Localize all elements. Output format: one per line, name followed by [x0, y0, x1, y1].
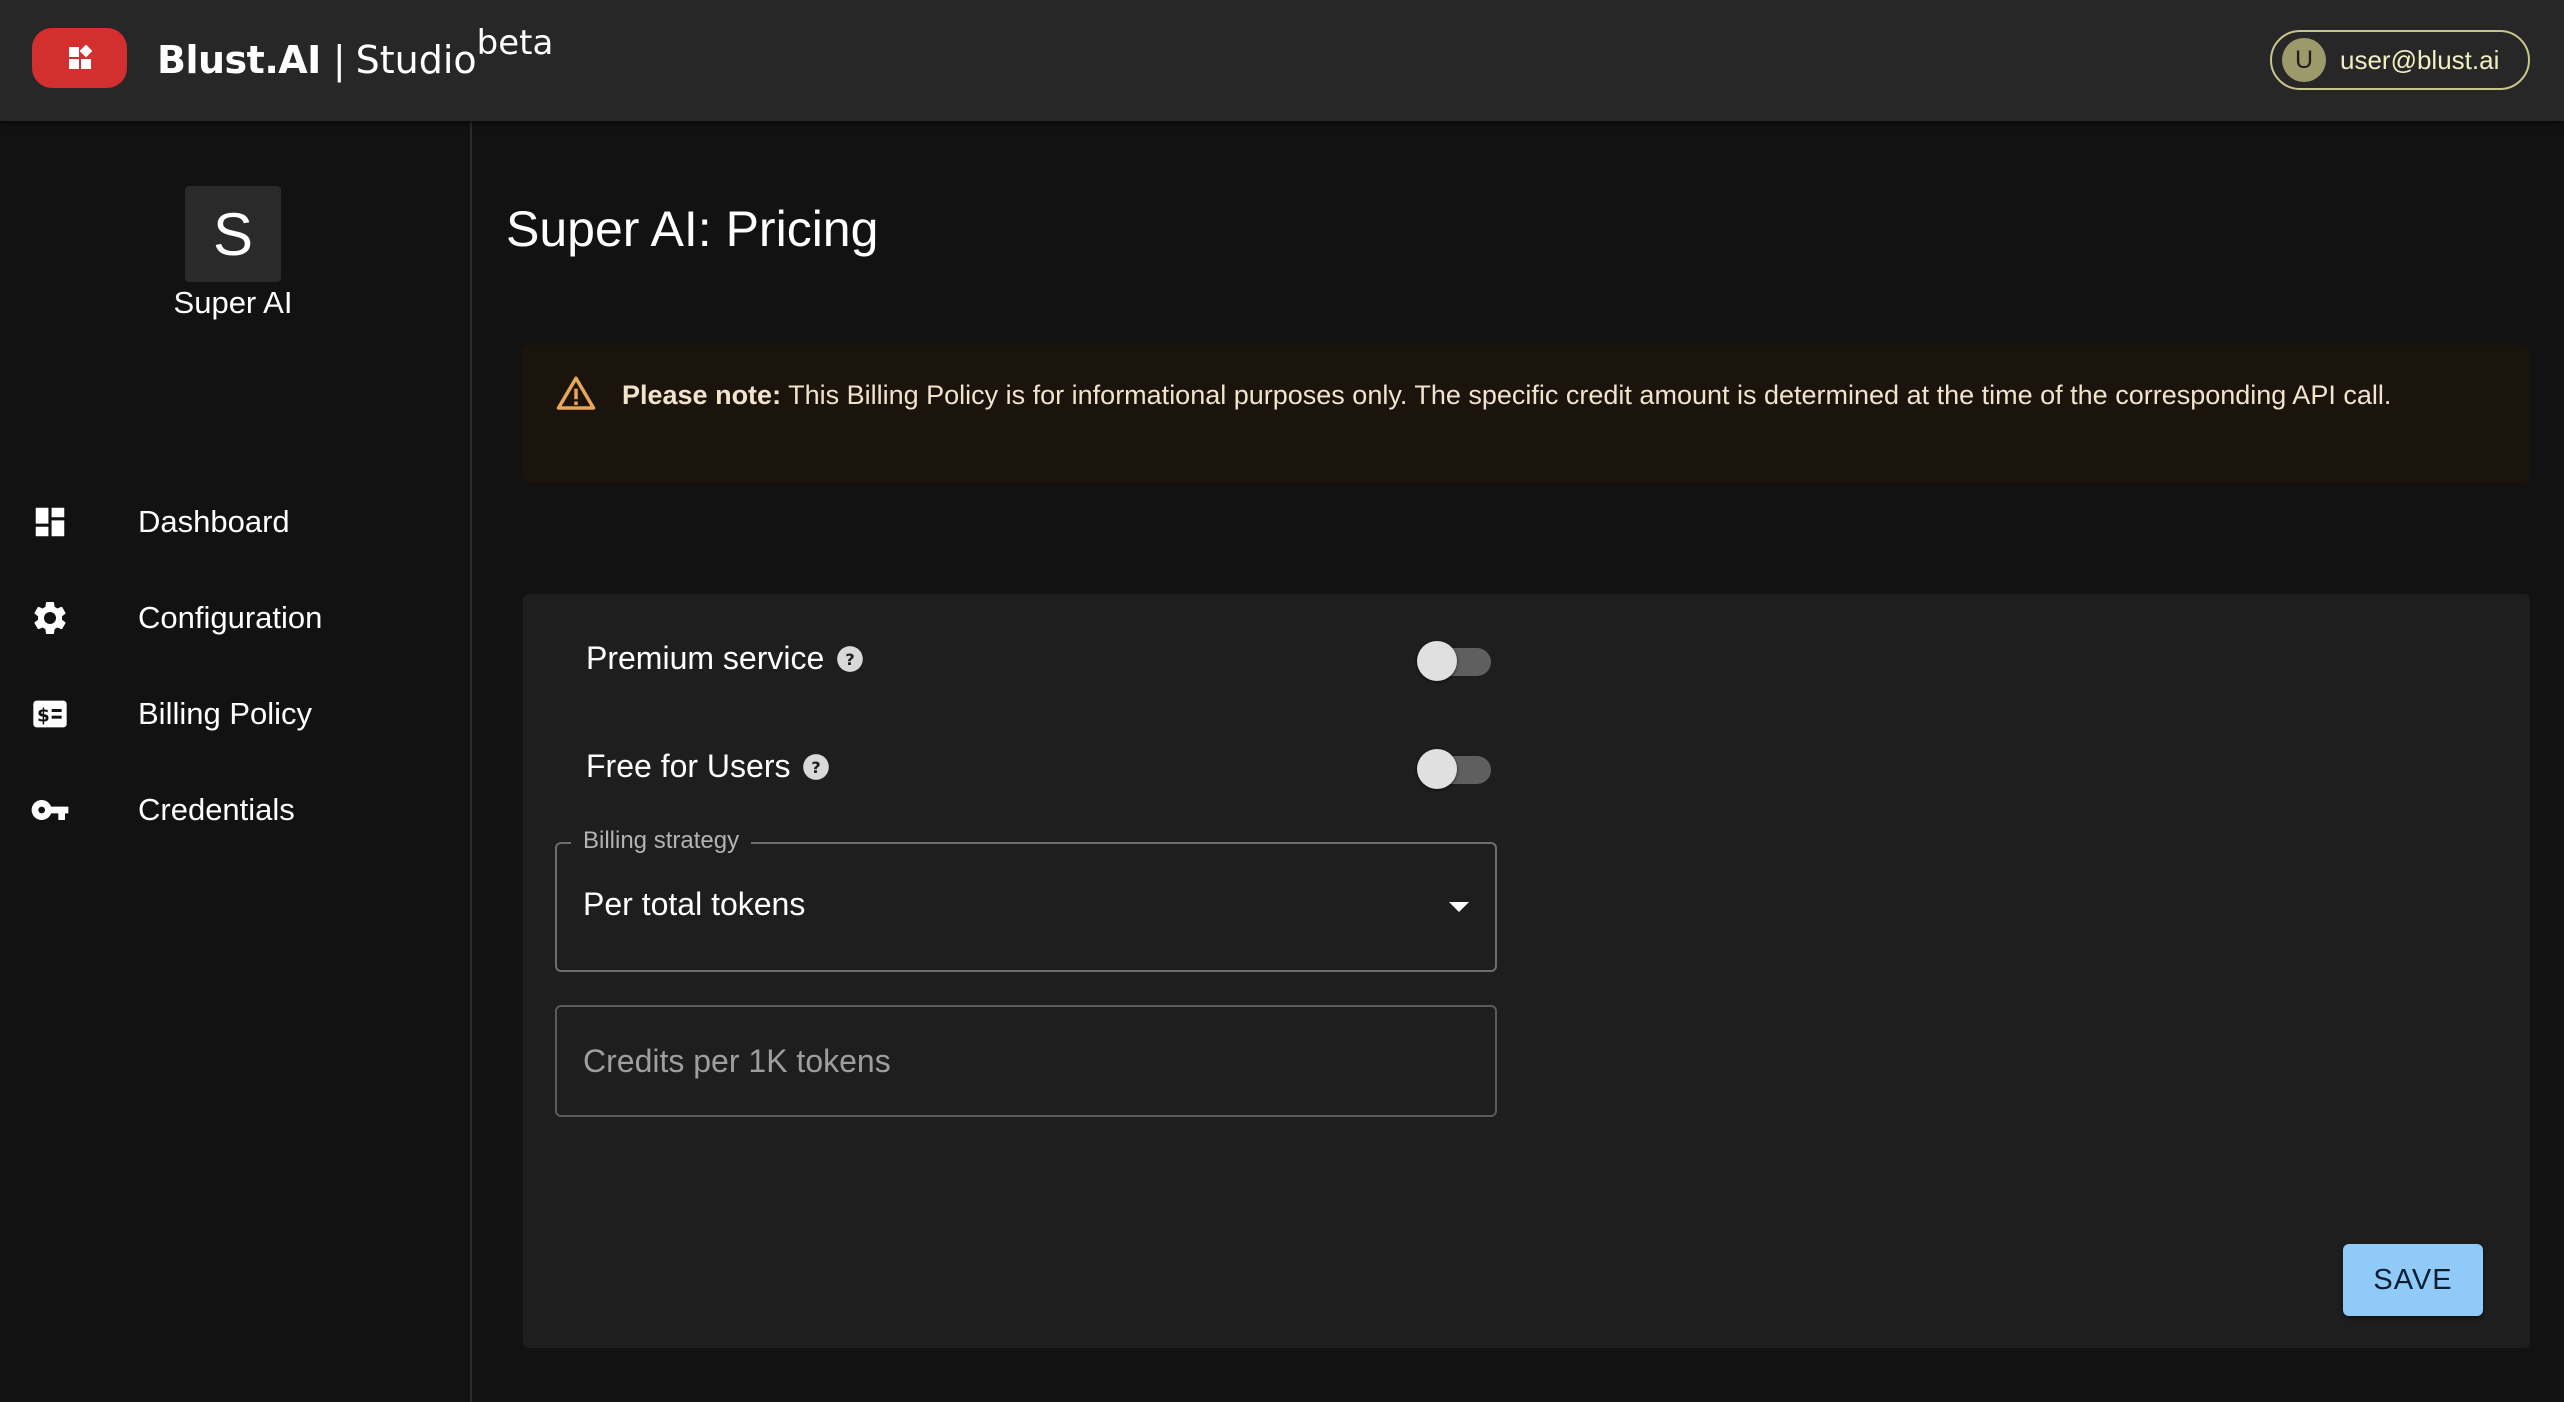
billing-icon: $ [30, 694, 70, 734]
key-icon [30, 790, 70, 830]
sidebar-item-dashboard[interactable]: Dashboard [0, 482, 466, 562]
user-menu-chip[interactable]: U user@blust.ai [2270, 30, 2530, 90]
credits-per-1k-tokens-input[interactable] [555, 1005, 1497, 1117]
sidebar-item-label: Configuration [138, 600, 323, 635]
brand-separator: | [332, 38, 346, 82]
brand-tag: beta [476, 23, 554, 63]
user-email: user@blust.ai [2340, 44, 2500, 75]
app-avatar: S [185, 186, 281, 282]
svg-text:?: ? [846, 649, 855, 668]
premium-service-label: Premium service [586, 640, 825, 676]
billing-notice-alert: Please note: This Billing Policy is for … [523, 345, 2530, 482]
sidebar-item-billing-policy[interactable]: $ Billing Policy [0, 674, 466, 754]
free-for-users-toggle[interactable] [1417, 746, 1497, 789]
sidebar-item-label: Dashboard [138, 504, 290, 539]
premium-service-row: Premium service ? [586, 640, 864, 677]
help-icon[interactable]: ? [836, 645, 864, 673]
avatar: U [2282, 38, 2326, 82]
sidebar-item-configuration[interactable]: Configuration [0, 578, 466, 658]
logo-button[interactable] [32, 28, 127, 88]
pricing-form-card: Premium service ? Free for Users ? Billi… [523, 594, 2530, 1348]
logo-icon [68, 44, 92, 69]
alert-emphasis: Please note: [622, 380, 782, 410]
help-icon[interactable]: ? [802, 753, 830, 781]
premium-service-toggle[interactable] [1417, 638, 1497, 681]
free-for-users-label: Free for Users [586, 748, 791, 784]
sidebar-item-label: Billing Policy [138, 696, 313, 731]
free-for-users-row: Free for Users ? [586, 748, 830, 785]
brand-name: Blust.AI [157, 38, 321, 82]
dashboard-icon [30, 502, 70, 542]
save-button[interactable]: SAVE [2343, 1244, 2483, 1316]
page-title: Super AI: Pricing [506, 201, 879, 257]
top-app-bar: Blust.AI | Studiobeta U user@blust.ai [0, 0, 2564, 121]
billing-strategy-select[interactable]: Billing strategy Per total tokens [555, 827, 1497, 972]
brand-title: Blust.AI | Studiobeta [157, 26, 553, 88]
billing-strategy-label: Billing strategy [571, 827, 752, 855]
svg-text:?: ? [812, 757, 821, 776]
app-name: Super AI [173, 285, 293, 320]
alert-message: Please note: This Billing Policy is for … [622, 375, 2502, 415]
warning-icon [556, 376, 596, 410]
sidebar-item-credentials[interactable]: Credentials [0, 770, 466, 850]
chevron-down-icon [1449, 902, 1469, 912]
billing-strategy-value: Per total tokens [583, 886, 806, 922]
svg-text:$: $ [37, 706, 50, 727]
gear-icon [30, 598, 70, 638]
sidebar-item-label: Credentials [138, 792, 295, 827]
sidebar: S Super AI Dashboard Configuration $ Bil… [0, 121, 472, 1402]
toggle-thumb [1417, 641, 1457, 681]
brand-product: Studio [355, 38, 477, 82]
toggle-thumb [1417, 749, 1457, 789]
alert-body: This Billing Policy is for informational… [781, 380, 2392, 410]
